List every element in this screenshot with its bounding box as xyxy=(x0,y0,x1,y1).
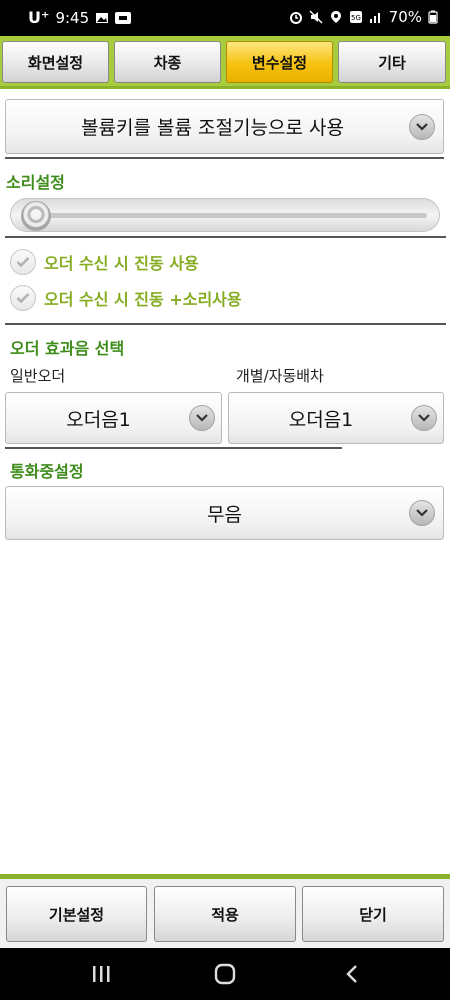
alarm-icon xyxy=(289,12,302,24)
dispatch-label: 개별/자동배차 xyxy=(236,367,324,385)
volume-key-value: 볼륨키를 볼륨 조절기능으로 사용 xyxy=(81,117,344,139)
gallery-icon xyxy=(96,12,109,23)
call-sound-dropdown[interactable]: 무음 xyxy=(5,486,444,540)
close-button[interactable]: 닫기 xyxy=(302,886,444,942)
carrier-label: U⁺ xyxy=(28,8,50,27)
home-icon[interactable] xyxy=(213,962,237,986)
chevron-down-icon xyxy=(411,405,437,431)
tab-other[interactable]: 기타 xyxy=(338,41,446,83)
normal-order-sound-value: 오더음1 xyxy=(66,408,131,431)
vibrate-option-label: 오더 수신 시 진동 사용 xyxy=(44,254,199,273)
vibrate-sound-option-label: 오더 수신 시 진동 +소리사용 xyxy=(44,290,242,309)
dispatch-sound-value: 오더음1 xyxy=(288,408,354,431)
tab-label: 변수설정 xyxy=(251,53,308,72)
chevron-down-icon xyxy=(189,405,215,431)
battery-percent: 70% xyxy=(388,8,422,26)
call-settings-title: 통화중설정 xyxy=(10,462,84,481)
recent-apps-icon[interactable] xyxy=(89,962,113,986)
signal-icon xyxy=(369,13,380,23)
default-settings-label: 기본설정 xyxy=(48,905,105,924)
tab-screen-settings[interactable]: 화면설정 xyxy=(2,41,109,83)
tab-label: 기타 xyxy=(378,53,406,72)
location-icon xyxy=(330,11,341,23)
back-icon[interactable] xyxy=(340,962,364,986)
normal-order-sound-dropdown[interactable]: 오더음1 xyxy=(5,392,222,444)
divider xyxy=(5,157,444,159)
divider xyxy=(5,447,342,449)
system-nav-bar xyxy=(0,948,450,1000)
tab-underline xyxy=(0,86,450,89)
slider-thumb[interactable] xyxy=(21,201,51,231)
divider xyxy=(5,236,446,238)
svg-text:5G: 5G xyxy=(351,14,361,22)
call-sound-value: 무음 xyxy=(207,503,242,526)
volume-key-dropdown[interactable]: 볼륨키를 볼륨 조절기능으로 사용 xyxy=(5,99,444,154)
close-label: 닫기 xyxy=(359,905,387,924)
notification-badge-icon xyxy=(115,11,132,24)
status-bar: U⁺ 9:45 5G 70% xyxy=(0,0,450,36)
tab-vehicle-type[interactable]: 차종 xyxy=(114,41,221,83)
5g-icon: 5G xyxy=(349,11,362,23)
sound-settings-title: 소리설정 xyxy=(6,173,65,192)
mute-icon xyxy=(309,10,323,24)
tab-label: 차종 xyxy=(153,53,182,72)
vibrate-sound-option[interactable]: 오더 수신 시 진동 +소리사용 xyxy=(10,285,242,311)
tab-bar: 화면설정 차종 변수설정 기타 xyxy=(0,36,450,88)
dispatch-sound-dropdown[interactable]: 오더음1 xyxy=(228,392,444,444)
sound-volume-slider[interactable] xyxy=(10,198,440,232)
battery-icon xyxy=(428,10,438,24)
normal-order-label: 일반오더 xyxy=(10,367,66,385)
slider-track xyxy=(47,213,427,218)
apply-label: 적용 xyxy=(211,905,239,924)
check-icon[interactable] xyxy=(10,285,36,311)
tab-label: 화면설정 xyxy=(27,53,84,72)
default-settings-button[interactable]: 기본설정 xyxy=(6,886,147,942)
chevron-down-icon xyxy=(409,113,435,140)
time: 9:45 xyxy=(55,8,90,27)
apply-button[interactable]: 적용 xyxy=(154,886,296,942)
divider xyxy=(5,323,446,325)
order-effect-title: 오더 효과음 선택 xyxy=(10,339,125,358)
chevron-down-icon xyxy=(409,500,435,526)
vibrate-option[interactable]: 오더 수신 시 진동 사용 xyxy=(10,249,199,275)
tab-variable-settings[interactable]: 변수설정 xyxy=(226,41,333,83)
check-icon[interactable] xyxy=(10,249,36,275)
